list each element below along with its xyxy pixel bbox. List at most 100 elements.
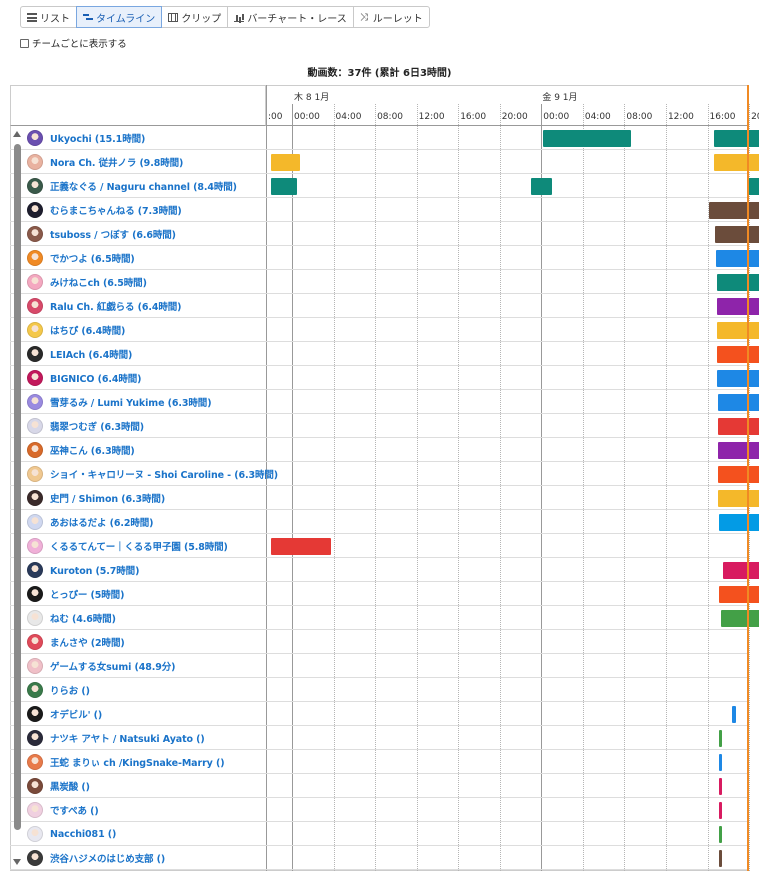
channel-name[interactable]: ねむ (4.6時間) [50, 611, 116, 625]
channel-name[interactable]: ショイ・キャロリーヌ - Shoi Caroline - (6.3時間) [50, 467, 278, 481]
stream-bar[interactable] [271, 154, 301, 171]
stream-bar[interactable] [718, 778, 723, 795]
stream-bar[interactable] [718, 586, 759, 603]
channel-label[interactable]: 王蛇 まりぃ ch /KingSnake-Marry () [27, 750, 225, 774]
tab-list[interactable]: リスト [20, 6, 77, 28]
channel-label[interactable]: ショイ・キャロリーヌ - Shoi Caroline - (6.3時間) [27, 462, 278, 486]
tab-timeline[interactable]: タイムライン [76, 6, 163, 28]
channel-label[interactable]: Nacchi081 () [27, 822, 116, 846]
channel-name[interactable]: Kuroton (5.7時間) [50, 563, 139, 577]
stream-bar[interactable] [718, 754, 723, 771]
stream-bar[interactable] [716, 346, 759, 363]
channel-name[interactable]: みけねこch (6.5時間) [50, 275, 147, 289]
channel-label[interactable]: まんさや (2時間) [27, 630, 125, 654]
stream-bar[interactable] [271, 178, 298, 195]
channel-label[interactable]: オデビル' () [27, 702, 102, 726]
tab-clip[interactable]: クリップ [161, 6, 229, 28]
channel-name[interactable]: 正義なぐる / Naguru channel (8.4時間) [50, 179, 237, 193]
channel-label[interactable]: Kuroton (5.7時間) [27, 558, 139, 582]
channel-name[interactable]: tsuboss / つぼす (6.6時間) [50, 227, 176, 241]
team-toggle[interactable]: チームごとに表示する [20, 36, 127, 50]
stream-bar[interactable] [718, 850, 723, 867]
stream-bar[interactable] [271, 538, 332, 555]
stream-bar[interactable] [716, 322, 759, 339]
channel-label[interactable]: 史門 / Shimon (6.3時間) [27, 486, 165, 510]
channel-label[interactable]: Ukyochi (15.1時間) [27, 126, 145, 150]
stream-bar[interactable] [713, 130, 759, 147]
stream-bar[interactable] [708, 202, 759, 219]
channel-label[interactable]: むらまこちゃんねる (7.3時間) [27, 198, 182, 222]
channel-name[interactable]: 王蛇 まりぃ ch /KingSnake-Marry () [50, 755, 225, 769]
channel-name[interactable]: とっぴー (5時間) [50, 587, 124, 601]
stream-bar[interactable] [530, 178, 552, 195]
channel-label[interactable]: Ralu Ch. 紅戯らる (6.4時間) [27, 294, 182, 318]
channel-label[interactable]: くるるてんてー｜くるる甲子園 (5.8時間) [27, 534, 228, 558]
channel-name[interactable]: あおはるだよ (6.2時間) [50, 515, 154, 529]
channel-name[interactable]: りらお () [50, 683, 90, 697]
channel-label[interactable]: はちぴ (6.4時間) [27, 318, 125, 342]
channel-name[interactable]: ナツキ アヤト / Natsuki Ayato () [50, 731, 205, 745]
channel-name[interactable]: むらまこちゃんねる (7.3時間) [50, 203, 182, 217]
channel-label[interactable]: 黒炭酸 () [27, 774, 90, 798]
channel-name[interactable]: ゲームする女sumi (48.9分) [50, 659, 176, 673]
stream-bar[interactable] [543, 130, 631, 147]
channel-label[interactable]: ナツキ アヤト / Natsuki Ayato () [27, 726, 205, 750]
channel-name[interactable]: ですぺあ () [50, 803, 99, 817]
channel-name[interactable]: Nora Ch. 従井ノラ (9.8時間) [50, 155, 183, 169]
channel-label[interactable]: あおはるだよ (6.2時間) [27, 510, 154, 534]
channel-label[interactable]: 雪芽るみ / Lumi Yukime (6.3時間) [27, 390, 212, 414]
stream-bar[interactable] [717, 394, 759, 411]
stream-bar[interactable] [718, 802, 723, 819]
stream-bar[interactable] [714, 226, 759, 243]
channel-name[interactable]: 黒炭酸 () [50, 779, 90, 793]
channel-name[interactable]: Nacchi081 () [50, 829, 116, 840]
channel-name[interactable]: 巫神こん (6.3時間) [50, 443, 135, 457]
channel-label[interactable]: Nora Ch. 従井ノラ (9.8時間) [27, 150, 183, 174]
stream-bar[interactable] [713, 154, 759, 171]
stream-bar[interactable] [718, 514, 759, 531]
channel-label[interactable]: LEIAch (6.4時間) [27, 342, 132, 366]
stream-bar[interactable] [716, 274, 759, 291]
channel-name[interactable]: 雪芽るみ / Lumi Yukime (6.3時間) [50, 395, 212, 409]
stream-bar[interactable] [716, 370, 759, 387]
channel-label[interactable]: BIGNICO (6.4時間) [27, 366, 142, 390]
channel-label[interactable]: ですぺあ () [27, 798, 99, 822]
channel-name[interactable]: 史門 / Shimon (6.3時間) [50, 491, 165, 505]
channel-label[interactable]: 正義なぐる / Naguru channel (8.4時間) [27, 174, 237, 198]
stream-bar[interactable] [716, 298, 759, 315]
stream-bar[interactable] [723, 562, 759, 579]
stream-bar[interactable] [717, 442, 759, 459]
channel-label[interactable]: 巫神こん (6.3時間) [27, 438, 135, 462]
stream-bar[interactable] [715, 250, 759, 267]
stream-bar[interactable] [717, 490, 759, 507]
channel-label[interactable]: みけねこch (6.5時間) [27, 270, 147, 294]
channel-name[interactable]: オデビル' () [50, 707, 102, 721]
stream-bar[interactable] [718, 730, 723, 747]
channel-name[interactable]: まんさや (2時間) [50, 635, 125, 649]
channel-name[interactable]: でかつよ (6.5時間) [50, 251, 135, 265]
stream-bar[interactable] [732, 706, 736, 723]
channel-label[interactable]: とっぴー (5時間) [27, 582, 124, 606]
stream-bar[interactable] [717, 466, 759, 483]
channel-label[interactable]: tsuboss / つぼす (6.6時間) [27, 222, 176, 246]
channel-name[interactable]: はちぴ (6.4時間) [50, 323, 125, 337]
channel-name[interactable]: Ralu Ch. 紅戯らる (6.4時間) [50, 299, 182, 313]
channel-name[interactable]: Ukyochi (15.1時間) [50, 131, 145, 145]
channel-name[interactable]: BIGNICO (6.4時間) [50, 371, 142, 385]
channel-label[interactable]: ゲームする女sumi (48.9分) [27, 654, 176, 678]
channel-name[interactable]: LEIAch (6.4時間) [50, 347, 132, 361]
channel-name[interactable]: くるるてんてー｜くるる甲子園 (5.8時間) [50, 539, 228, 553]
stream-bar[interactable] [717, 418, 759, 435]
vertical-scrollbar-thumb[interactable] [14, 144, 21, 830]
stream-bar[interactable] [718, 826, 723, 843]
tab-bar-chart-race[interactable]: バーチャート・レース [227, 6, 354, 28]
channel-label[interactable]: でかつよ (6.5時間) [27, 246, 135, 270]
team-toggle-checkbox[interactable] [20, 38, 29, 48]
channel-name[interactable]: 翡翠つむぎ (6.3時間) [50, 419, 144, 433]
channel-label[interactable]: 渋谷ハジメのはじめ支部 () [27, 846, 165, 870]
stream-bar[interactable] [721, 610, 759, 627]
channel-label[interactable]: りらお () [27, 678, 90, 702]
tab-roulette[interactable]: ⤨ ルーレット [352, 6, 430, 28]
channel-label[interactable]: ねむ (4.6時間) [27, 606, 116, 630]
channel-name[interactable]: 渋谷ハジメのはじめ支部 () [50, 851, 165, 865]
